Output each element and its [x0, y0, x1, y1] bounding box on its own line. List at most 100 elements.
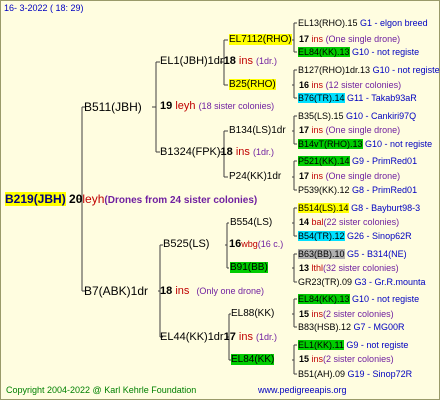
gen2-info: 16wbg(16 c.): [229, 239, 283, 250]
node-id: EL88(KK): [231, 308, 275, 319]
node-note: (Only one drone): [196, 286, 264, 296]
copyright-text: Copyright 2004-2022 @ Karl Kehrle Founda…: [6, 385, 197, 395]
gen3-info: 16 ins (12 sister colonies): [299, 80, 401, 91]
gen2-node[interactable]: EL44(KK)1dr17 ins (1dr.): [160, 332, 277, 343]
timestamp: 16- 3-2022 ( 18: 29): [4, 3, 84, 13]
gen3-node[interactable]: EL84(KK): [231, 354, 275, 365]
node-id: B83(HSB).12: [298, 322, 352, 332]
node-code: G9 - not registe: [346, 340, 409, 350]
gen4-node[interactable]: B51(AH).09 G19 - Sinop72R: [298, 369, 412, 380]
node-id: EL84(KK): [231, 354, 275, 365]
root-note: (Drones from 24 sister colonies): [104, 195, 258, 206]
gen3-node[interactable]: B25(RHO): [229, 79, 276, 90]
node-note: (12 sister colonies): [325, 80, 402, 90]
node-id: B511(JBH): [84, 100, 142, 114]
root-name: leyh: [82, 192, 105, 206]
node-code: G8 - PrimRed01: [352, 185, 418, 195]
node-num: 18: [223, 55, 236, 67]
node-code: G3 - Gr.R.mounta: [354, 277, 426, 287]
node-num: 18: [220, 146, 233, 158]
node-num: 13: [299, 263, 310, 273]
gen4-node[interactable]: B76(TR).14 G11 - Takab93aR: [298, 93, 417, 104]
node-id: B554(LS): [230, 217, 273, 228]
gen4-node[interactable]: EL1(KK).11 G9 - not registe: [298, 340, 408, 351]
node-num: 18: [160, 285, 173, 297]
node-id: P521(KK).14: [298, 156, 350, 166]
gen3-info: 13 lthl(32 sister colonies): [299, 263, 399, 274]
node-id: B127(RHO)1dr.13: [298, 65, 371, 75]
node-name: ins: [311, 80, 324, 90]
gen3-info: 15 ins(2 sister colonies): [299, 309, 394, 320]
node-name: ins: [311, 309, 324, 319]
node-num: 17: [299, 125, 310, 135]
node-num: 15: [299, 354, 310, 364]
gen4-node[interactable]: B63(BB).10 G5 - B314(NE): [298, 249, 407, 260]
node-note: (1dr.): [256, 56, 278, 66]
gen1-node[interactable]: B511(JBH): [84, 100, 142, 114]
gen1-info: 19 leyh (18 sister colonies): [160, 101, 274, 112]
gen3-info: 17 ins (One single drone): [299, 171, 400, 182]
gen4-node[interactable]: GR23(TR).09 G3 - Gr.R.mounta: [298, 277, 426, 288]
gen3-node[interactable]: P24(KK)1dr: [229, 171, 281, 182]
node-id: EL13(RHO).15: [298, 18, 358, 28]
gen1-info: 18 ins (Only one drone): [160, 286, 264, 297]
node-name: wbg: [241, 239, 258, 249]
gen4-node[interactable]: EL84(KK).13 G10 - not registe: [298, 294, 419, 305]
node-num: 14: [299, 217, 310, 227]
node-code: G10 - not registe: [372, 65, 440, 75]
gen4-node[interactable]: B35(LS).15 G10 - Cankiri97Q: [298, 111, 416, 122]
gen3-info: 17 ins (One single drone): [299, 125, 400, 136]
node-name: ins: [235, 146, 250, 158]
node-note: (One single drone): [325, 171, 401, 181]
gen4-node[interactable]: P521(KK).14 G9 - PrimRed01: [298, 156, 417, 167]
node-note: (1dr.): [252, 147, 274, 157]
gen4-node[interactable]: P539(KK).12 G8 - PrimRed01: [298, 185, 417, 196]
gen4-node[interactable]: B83(HSB).12 G7 - MG00R: [298, 322, 405, 333]
node-name: leyh: [175, 100, 196, 112]
gen3-node[interactable]: B91(BB): [230, 262, 268, 273]
node-name: ins: [238, 55, 253, 67]
gen3-node[interactable]: EL88(KK): [231, 308, 274, 319]
node-id: B76(TR).14: [298, 93, 345, 103]
node-id: B51(AH).09: [298, 369, 346, 379]
node-note: (1dr.): [256, 332, 278, 342]
node-id: B7(ABK)1dr: [84, 284, 149, 298]
gen4-node[interactable]: EL84(KK).13 G10 - not registe: [298, 47, 419, 58]
node-note: (2 sister colonies): [323, 309, 394, 319]
node-id: B134(LS)1dr: [229, 125, 286, 136]
node-id: EL1(JBH)1dr: [160, 55, 224, 67]
node-code: G5 - B314(NE): [347, 249, 407, 259]
node-note: (18 sister colonies): [198, 101, 275, 111]
website-link[interactable]: www.pedigreeapis.org: [258, 385, 347, 396]
gen3-info: 14 bal(22 sister colonies): [299, 217, 399, 228]
node-id: EL84(KK).13: [298, 47, 350, 57]
gen3-node[interactable]: B134(LS)1dr: [229, 125, 286, 136]
node-id: B514(LS).14: [298, 203, 349, 213]
node-id: B1324(FPK): [160, 146, 221, 158]
gen2-node[interactable]: EL1(JBH)1dr18 ins (1dr.): [160, 56, 277, 67]
gen1-node[interactable]: B7(ABK)1dr: [84, 284, 148, 298]
gen3-node[interactable]: B554(LS): [230, 217, 272, 228]
gen4-node[interactable]: B14vT(RHO).13 G10 - not registe: [298, 139, 432, 150]
root-node[interactable]: B219(JBH) 20leyh(Drones from 24 sister c…: [5, 192, 257, 208]
node-code: G10 - not registe: [352, 294, 420, 304]
node-id: B25(RHO): [229, 79, 276, 90]
gen3-node[interactable]: EL7112(RHO): [229, 34, 292, 45]
node-note: (One single drone): [325, 34, 401, 44]
node-code: G1 - elgon breed: [360, 18, 428, 28]
gen4-node[interactable]: B514(LS).14 G8 - Bayburt98-3: [298, 203, 420, 214]
node-name: ins: [238, 331, 253, 343]
node-code: G7 - MG00R: [353, 322, 405, 332]
root-num: 20: [69, 192, 83, 206]
node-code: G8 - Bayburt98-3: [351, 203, 421, 213]
node-num: 16: [229, 238, 242, 250]
node-name: ins: [311, 171, 324, 181]
gen4-node[interactable]: B54(TR).12 G26 - Sinop62R: [298, 231, 412, 242]
gen2-node[interactable]: B525(LS): [163, 239, 209, 250]
node-name: ins: [311, 354, 324, 364]
node-code: G10 - Cankiri97Q: [346, 111, 417, 121]
gen2-node[interactable]: B1324(FPK)18 ins (1dr.): [160, 147, 274, 158]
gen4-node[interactable]: B127(RHO)1dr.13 G10 - not registe: [298, 65, 440, 76]
gen4-node[interactable]: EL13(RHO).15 G1 - elgon breed: [298, 18, 428, 29]
node-id: B525(LS): [163, 238, 210, 250]
